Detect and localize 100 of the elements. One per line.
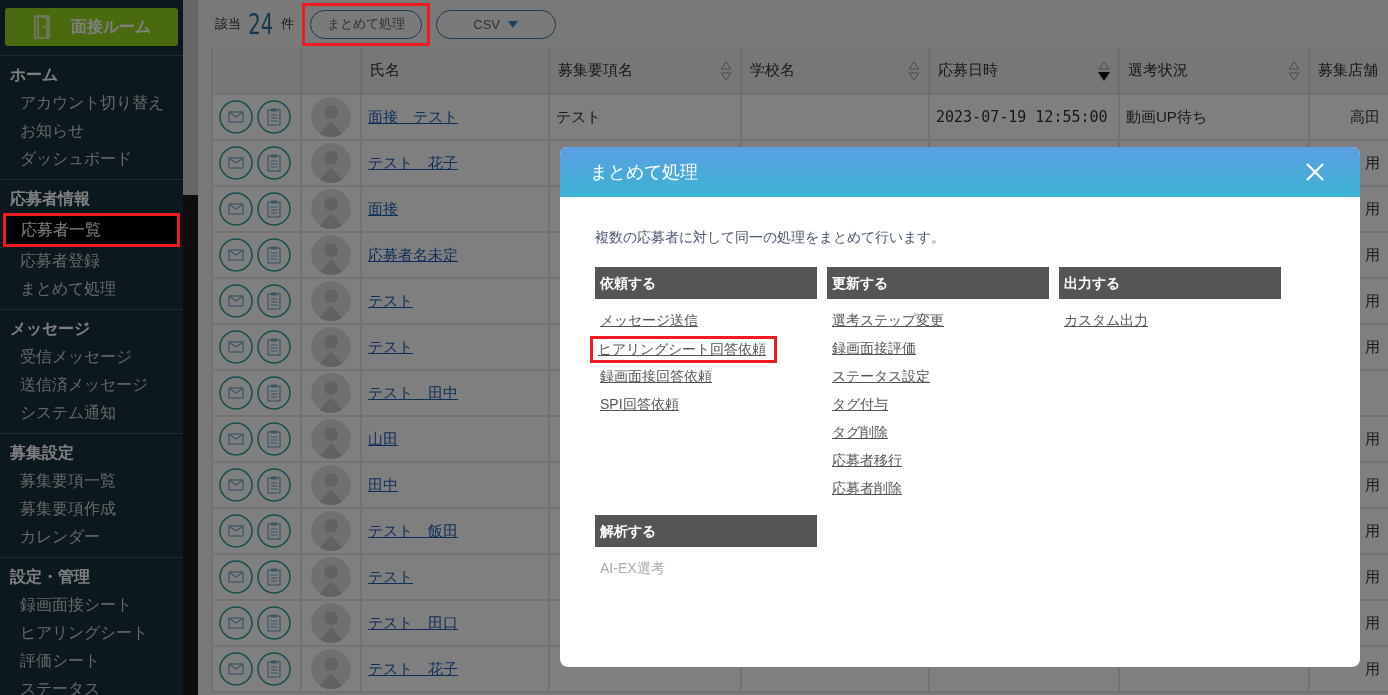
mail-icon[interactable]	[219, 652, 253, 686]
sidebar-item[interactable]: お知らせ	[5, 117, 178, 145]
sidebar-item[interactable]: ヒアリングシート	[5, 619, 178, 647]
sort-icon[interactable]	[908, 60, 920, 81]
mail-icon[interactable]	[219, 330, 253, 364]
applicant-name-link[interactable]: テスト 花子	[368, 153, 458, 171]
sort-icon[interactable]	[1098, 60, 1110, 81]
table-cell: テスト	[549, 94, 741, 140]
sidebar-item[interactable]: 募集要項一覧	[5, 467, 178, 495]
column-header[interactable]: 応募日時	[929, 48, 1119, 94]
applicant-name-link[interactable]: テスト	[368, 291, 413, 309]
sidebar-item[interactable]: ダッシュボード	[5, 145, 178, 173]
dropdown-button[interactable]: CSV	[435, 9, 556, 39]
applicant-name-link[interactable]: 面接	[368, 199, 398, 217]
group-header: 解析する	[595, 515, 817, 547]
clipboard-icon[interactable]	[257, 284, 291, 318]
group-header: 依頼する	[595, 267, 817, 299]
mail-icon[interactable]	[219, 146, 253, 180]
clipboard-icon[interactable]	[257, 100, 291, 134]
action-link[interactable]: 録画面接回答依頼	[595, 368, 712, 386]
sidebar-item[interactable]: カレンダー	[5, 523, 178, 551]
clipboard-icon[interactable]	[257, 468, 291, 502]
avatar-icon	[311, 465, 351, 505]
action-link[interactable]: 応募者移行	[827, 452, 902, 470]
close-button[interactable]	[1305, 162, 1325, 182]
sidebar-item[interactable]: 応募者一覧	[6, 216, 177, 244]
sidebar-item[interactable]: システム通知	[5, 399, 178, 427]
avatar-icon	[311, 649, 351, 689]
avatar-icon	[311, 373, 351, 413]
action-link[interactable]: SPI回答依頼	[595, 396, 679, 414]
column-header[interactable]: 募集要項名	[549, 48, 741, 94]
clipboard-icon[interactable]	[257, 606, 291, 640]
clipboard-icon[interactable]	[257, 146, 291, 180]
applicant-name-link[interactable]: 山田	[368, 429, 398, 447]
action-link[interactable]: タグ付与	[827, 396, 888, 414]
mail-icon[interactable]	[219, 560, 253, 594]
mail-icon[interactable]	[219, 514, 253, 548]
mail-icon[interactable]	[219, 376, 253, 410]
clipboard-icon[interactable]	[257, 192, 291, 226]
avatar-icon	[311, 97, 351, 137]
bulk-action-button[interactable]: まとめて処理	[309, 9, 422, 39]
sidebar-item[interactable]: アカウント切り替え	[5, 89, 178, 117]
applicant-name-link[interactable]: 面接 テスト	[368, 107, 458, 125]
applicant-name-link[interactable]: テスト	[368, 337, 413, 355]
scrollbar-thumb[interactable]	[183, 0, 198, 195]
avatar-icon	[311, 281, 351, 321]
action-link[interactable]: 録画面接評価	[827, 340, 916, 358]
avatar-icon	[311, 603, 351, 643]
clipboard-icon[interactable]	[257, 652, 291, 686]
avatar-icon	[311, 327, 351, 367]
clipboard-icon[interactable]	[257, 422, 291, 456]
applicant-name-link[interactable]: 応募者名未定	[368, 245, 458, 263]
sidebar-item[interactable]: 受信メッセージ	[5, 343, 178, 371]
column-header[interactable]: 学校名	[741, 48, 929, 94]
column-header[interactable]: 募集店舗	[1309, 48, 1388, 94]
mail-icon[interactable]	[219, 468, 253, 502]
clipboard-icon[interactable]	[257, 376, 291, 410]
sidebar-item[interactable]: 応募者登録	[5, 247, 178, 275]
clipboard-icon[interactable]	[257, 238, 291, 272]
action-link[interactable]: 応募者削除	[827, 480, 902, 498]
avatar-icon	[311, 235, 351, 275]
sidebar-item[interactable]: 評価シート	[5, 647, 178, 675]
applicant-name-link[interactable]: テスト 花子	[368, 659, 458, 677]
clipboard-icon[interactable]	[257, 330, 291, 364]
clipboard-icon[interactable]	[257, 514, 291, 548]
applicant-name-link[interactable]: 田中	[368, 475, 398, 493]
applicant-name-link[interactable]: テスト 田中	[368, 383, 458, 401]
action-link[interactable]: ステータス設定	[827, 368, 930, 386]
sidebar-item[interactable]: まとめて処理	[5, 275, 178, 303]
mail-icon[interactable]	[219, 238, 253, 272]
action-link[interactable]: ヒアリングシート回答依頼	[593, 340, 766, 357]
table-cell: 高田	[1309, 94, 1388, 140]
modal-description: 複数の応募者に対して同一の処理をまとめて行います。	[595, 228, 946, 247]
mail-icon[interactable]	[219, 192, 253, 226]
sidebar-item[interactable]: 送信済メッセージ	[5, 371, 178, 399]
mail-icon[interactable]	[219, 422, 253, 456]
sort-icon[interactable]	[720, 60, 732, 81]
group-header: 出力する	[1059, 267, 1281, 299]
action-link[interactable]: メッセージ送信	[595, 312, 698, 330]
mail-icon[interactable]	[219, 100, 253, 134]
caret-icon	[508, 20, 518, 28]
column-header[interactable]: 氏名	[361, 48, 549, 94]
action-link[interactable]: タグ削除	[827, 424, 888, 442]
mail-icon[interactable]	[219, 606, 253, 640]
applicant-name-link[interactable]: テスト 飯田	[368, 521, 458, 539]
section-title: ホーム	[9, 65, 59, 85]
sort-icon[interactable]	[1288, 60, 1300, 81]
section-title: メッセージ	[9, 319, 91, 339]
column-header[interactable]: 選考状況	[1119, 48, 1309, 94]
sidebar-item[interactable]: 募集要項作成	[5, 495, 178, 523]
applicant-name-link[interactable]: テスト	[368, 567, 413, 585]
sidebar-item[interactable]: 録画面接シート	[5, 591, 178, 619]
table-cell: 動画UP待ち	[1119, 94, 1309, 140]
mail-icon[interactable]	[219, 284, 253, 318]
clipboard-icon[interactable]	[257, 560, 291, 594]
avatar-icon	[311, 189, 351, 229]
applicant-name-link[interactable]: テスト 田口	[368, 613, 458, 631]
action-link[interactable]: 選考ステップ変更	[827, 312, 944, 330]
avatar-icon	[311, 143, 351, 183]
action-link[interactable]: カスタム出力	[1059, 312, 1148, 330]
